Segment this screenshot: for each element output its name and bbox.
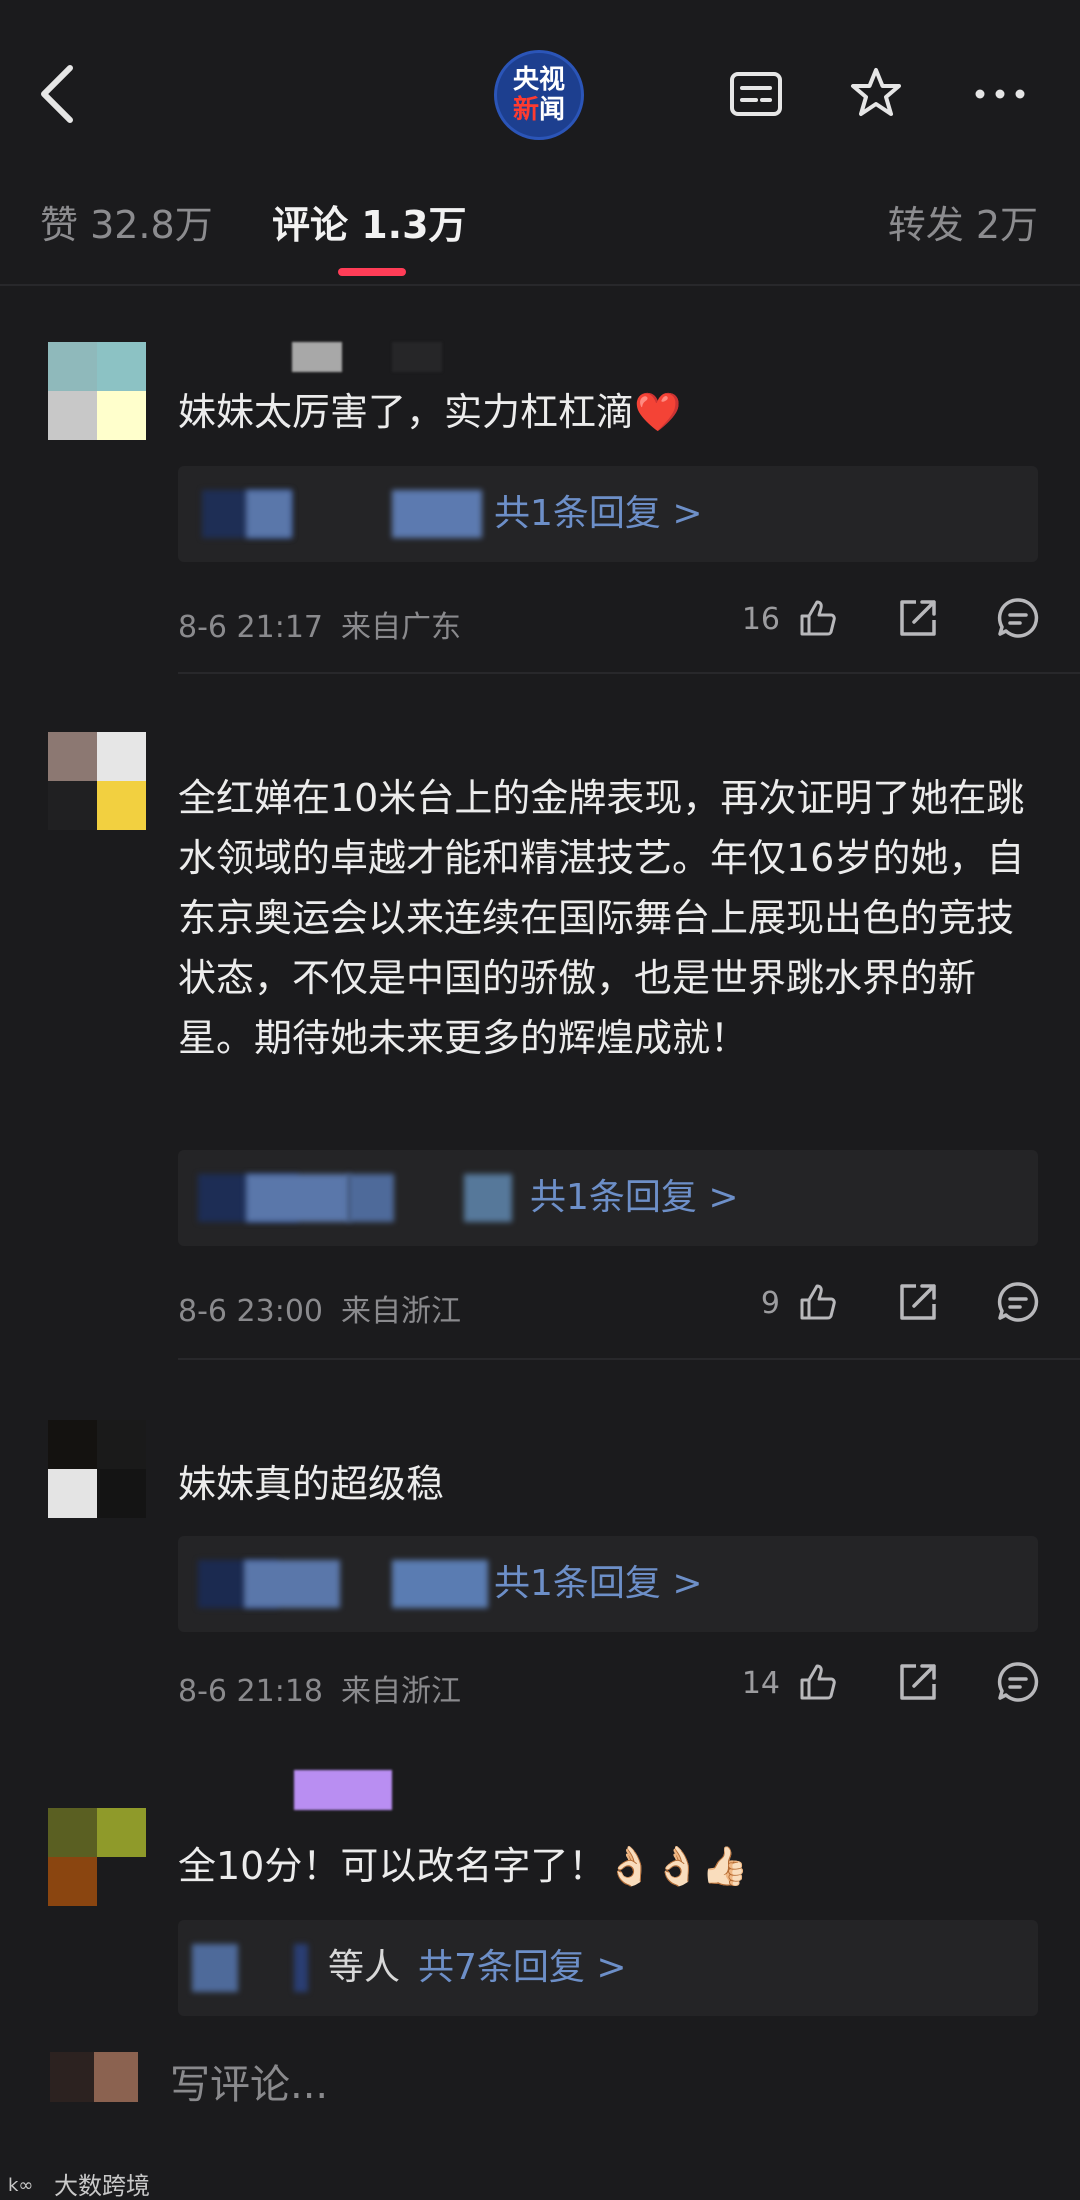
active-tab-indicator — [338, 268, 406, 276]
reply-user-blur — [464, 1174, 512, 1222]
comment-location: 来自浙江 — [341, 1674, 461, 1709]
username-blur — [392, 342, 442, 372]
comment-icon[interactable] — [996, 1660, 1040, 1704]
top-bar: 央视 新闻 — [0, 0, 1080, 152]
watermark: k∞ 大数跨境 — [8, 2166, 150, 2200]
tab-reposts[interactable]: 转发 2万 — [888, 194, 1038, 249]
comment-time: 8-6 21:17 — [178, 610, 323, 645]
reply-count-link[interactable]: 共7条回复 > — [418, 1944, 627, 1992]
more-icon[interactable] — [970, 64, 1030, 124]
tab-comments[interactable]: 评论 1.3万 — [272, 194, 467, 249]
tab-bar: 赞 32.8万 评论 1.3万 转发 2万 — [0, 152, 1080, 286]
share-icon[interactable] — [896, 596, 940, 640]
reply-preview[interactable]: 共1条回复 > — [178, 466, 1038, 562]
avatar[interactable] — [48, 1420, 146, 1518]
reply-extra-text: 等人 — [328, 1947, 401, 1988]
comment-text: 全10分！可以改名字了！👌🏻👌🏻👍🏻 — [178, 1844, 749, 1888]
tab-likes[interactable]: 赞 32.8万 — [40, 194, 213, 249]
svg-text:k∞: k∞ — [8, 2175, 33, 2196]
star-icon[interactable] — [846, 64, 906, 124]
thumbs-up-icon[interactable] — [796, 1660, 840, 1704]
reply-count-link[interactable]: 共1条回复 > — [494, 490, 703, 538]
reply-user-blur — [244, 1560, 340, 1608]
article-icon[interactable] — [726, 64, 786, 124]
reply-user-blur — [348, 1174, 394, 1222]
thumbs-up-icon[interactable] — [796, 1280, 840, 1324]
divider — [178, 672, 1080, 674]
reply-user-blur — [246, 490, 292, 538]
comment-compose-bar[interactable]: 写评论... — [0, 2024, 1080, 2124]
username[interactable] — [292, 342, 342, 372]
like-count: 9 — [760, 1286, 780, 1321]
reply-user-blur — [246, 1174, 350, 1222]
watermark-text: 大数跨境 — [54, 2172, 150, 2200]
reply-preview[interactable]: 等人 共7条回复 > — [178, 1920, 1038, 2016]
back-icon[interactable] — [34, 62, 84, 126]
reply-user-blur — [392, 490, 482, 538]
watermark-logo-icon: k∞ — [8, 2175, 33, 2196]
comment-text: 全红婵在10米台上的金牌表现，再次证明了她在跳水领域的卓越才能和精湛技艺。年仅1… — [178, 776, 1025, 1060]
comment-icon[interactable] — [996, 596, 1040, 640]
my-avatar — [50, 2052, 138, 2102]
reply-count-link[interactable]: 共1条回复 > — [530, 1174, 739, 1222]
comment-time: 8-6 23:00 — [178, 1294, 323, 1329]
username[interactable] — [294, 1770, 392, 1810]
comment-icon[interactable] — [996, 1280, 1040, 1324]
like-count: 14 — [741, 1666, 780, 1701]
avatar[interactable] — [48, 342, 146, 440]
comment-location: 来自浙江 — [341, 1294, 461, 1329]
comment-meta: 8-6 23:00 来自浙江 — [178, 1286, 461, 1330]
logo-line1: 央视 — [512, 65, 565, 95]
logo-line2: 新闻 — [512, 95, 566, 125]
comment-text: 妹妹太厉害了，实力杠杠滴❤️ — [178, 390, 682, 434]
cctv-news-logo[interactable]: 央视 新闻 — [494, 50, 584, 140]
reply-count-link[interactable]: 共1条回复 > — [494, 1560, 703, 1608]
reply-preview[interactable]: 共1条回复 > — [178, 1150, 1038, 1246]
reply-preview[interactable]: 共1条回复 > — [178, 1536, 1038, 1632]
like-count: 16 — [741, 602, 780, 637]
avatar[interactable] — [48, 732, 146, 830]
reply-user-blur — [294, 1944, 308, 1992]
share-icon[interactable] — [896, 1660, 940, 1704]
avatar[interactable] — [48, 1808, 146, 1906]
share-icon[interactable] — [896, 1280, 940, 1324]
thumbs-up-icon[interactable] — [796, 596, 840, 640]
divider — [178, 1358, 1080, 1360]
comment-text: 妹妹真的超级稳 — [178, 1462, 445, 1506]
comment-meta: 8-6 21:17 来自广东 — [178, 602, 461, 646]
comment-time: 8-6 21:18 — [178, 1674, 323, 1709]
comment-input[interactable]: 写评论... — [170, 2052, 328, 2110]
comment-location: 来自广东 — [341, 610, 461, 645]
comment-meta: 8-6 21:18 来自浙江 — [178, 1666, 461, 1710]
reply-user-blur — [192, 1944, 238, 1992]
reply-user-blur — [392, 1560, 488, 1608]
